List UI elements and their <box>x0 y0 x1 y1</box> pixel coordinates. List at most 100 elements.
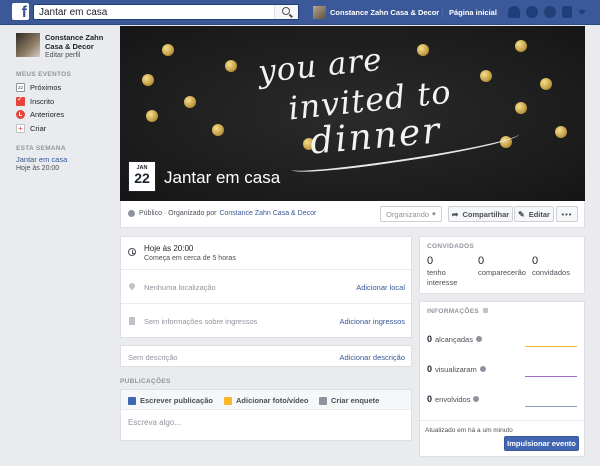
gold-dot <box>225 60 237 72</box>
stat-row-engaged: 0 envolvidos <box>427 394 480 404</box>
tickets-text: Sem informações sobre ingressos <box>144 317 258 326</box>
gold-dot <box>184 96 196 108</box>
profile-link[interactable]: Constance Zahn Casa & Decor <box>313 5 439 20</box>
pencil-icon: ✎ <box>518 209 525 219</box>
event-title: Jantar em casa <box>164 168 281 187</box>
post-composer: Escrever publicação Adicionar foto/vídeo… <box>120 389 412 441</box>
event-date-badge: JAN 22 <box>128 161 156 192</box>
gold-dot <box>417 44 429 56</box>
search-button[interactable] <box>274 5 298 19</box>
home-link[interactable]: Página inicial <box>449 8 497 17</box>
stat-label: alcançadas <box>435 334 473 344</box>
avatar <box>313 6 326 19</box>
sidebar-item-past[interactable]: Anteriores <box>16 108 116 122</box>
insights-heading: INFORMAÇÕES <box>427 308 489 315</box>
search-input[interactable] <box>34 5 274 19</box>
stat-label: envolvidos <box>435 394 471 404</box>
guest-stat-going[interactable]: 0 comparecerão <box>478 255 528 278</box>
guest-stat-interested[interactable]: 0 tenho interesse <box>427 255 473 288</box>
description-text: Sem descrição <box>128 353 178 362</box>
stat-row-viewed: 0 visualizaram <box>427 364 486 374</box>
gold-dot <box>555 126 567 138</box>
guest-count: 0 <box>478 255 485 267</box>
insights-card: INFORMAÇÕES 0 alcançadas 0 visualizaram … <box>419 301 585 457</box>
description-card: Sem descrição Adicionar descrição <box>120 345 412 367</box>
event-details-card: Hoje às 20:00 Começa em cerca de 5 horas… <box>120 236 412 338</box>
guest-stat-invited[interactable]: 0 convidados <box>532 255 582 278</box>
this-week-heading: ESTA SEMANA <box>16 145 66 152</box>
stat-count: 0 <box>427 334 433 344</box>
poll-icon <box>319 396 327 405</box>
messages-icon[interactable] <box>526 6 538 18</box>
sidebar-item-label: Inscrito <box>30 96 55 106</box>
stat-sparkline <box>525 346 577 347</box>
boost-event-button[interactable]: Impulsionar evento <box>504 436 579 451</box>
tab-label: Adicionar foto/vídeo <box>236 396 309 405</box>
add-location-link[interactable]: Adicionar local <box>356 283 405 292</box>
stat-sparkline <box>525 406 577 407</box>
info-icon[interactable] <box>475 336 482 342</box>
privacy-text: Público · Organizado por <box>139 210 217 217</box>
guest-label: convidados <box>532 268 570 277</box>
lock-icon <box>483 308 489 313</box>
clock-icon <box>128 248 136 256</box>
event-info-bar: Público · Organizado por Constance Zahn … <box>120 201 585 228</box>
stat-row-reached: 0 alcançadas <box>427 334 482 344</box>
guest-label: comparecerão <box>478 268 526 277</box>
gold-dot <box>515 102 527 114</box>
sidebar-item-create[interactable]: + Criar <box>16 122 116 136</box>
friends-icon[interactable] <box>508 6 520 18</box>
week-event-link[interactable]: Jantar em casa <box>16 155 116 164</box>
organizer-link[interactable]: Constance Zahn Casa & Decor <box>219 210 316 217</box>
post-input[interactable]: Escreva algo... <box>128 418 181 427</box>
search-box <box>33 4 299 20</box>
info-icon[interactable] <box>479 366 486 372</box>
edit-label: Editar <box>528 209 550 219</box>
plus-icon: + <box>16 123 25 133</box>
edit-button[interactable]: ✎ Editar <box>514 206 554 222</box>
sidebar-profile: Constance Zahn Casa & Decor Editar perfi… <box>16 33 116 60</box>
week-event-time: Hoje às 20:00 <box>16 165 60 172</box>
profile-name[interactable]: Constance Zahn Casa & Decor <box>45 33 116 51</box>
organizing-button[interactable]: Organizando ◆ <box>380 206 442 222</box>
sidebar-item-label: Próximos <box>30 83 62 93</box>
gold-dot <box>162 44 174 56</box>
share-button[interactable]: ➦ Compartilhar <box>448 206 513 222</box>
guests-heading: CONVIDADOS <box>427 243 475 250</box>
updated-timestamp: Atualizado em há a um minuto <box>425 427 513 434</box>
add-description-link[interactable]: Adicionar descrição <box>340 353 405 362</box>
location-pin-icon <box>127 281 137 291</box>
divider <box>442 8 443 18</box>
notifications-icon[interactable] <box>544 6 556 18</box>
tab-add-photo[interactable]: Adicionar foto/vídeo <box>224 396 309 405</box>
sidebar-item-subscribed[interactable]: Inscrito <box>16 95 116 109</box>
location-text: Nenhuma localização <box>144 283 216 292</box>
profile-picture[interactable] <box>16 33 40 57</box>
more-options-button[interactable]: ••• <box>556 206 578 222</box>
location-row: Nenhuma localização Adicionar local <box>121 270 411 304</box>
event-cover-photo[interactable]: you are invited to dinner JAN 22 Jantar … <box>120 26 585 201</box>
add-tickets-link[interactable]: Adicionar ingressos <box>340 317 405 326</box>
facebook-logo-icon[interactable]: f <box>12 3 29 20</box>
sidebar-item-upcoming[interactable]: 22 Próximos <box>16 81 116 95</box>
stat-count: 0 <box>427 394 433 404</box>
edit-profile-link[interactable]: Editar perfil <box>45 51 116 60</box>
time-row: Hoje às 20:00 Começa em cerca de 5 horas <box>121 237 411 270</box>
guest-label: tenho interesse <box>427 268 458 287</box>
gold-dot <box>540 78 552 90</box>
search-icon <box>282 7 290 15</box>
info-icon[interactable] <box>473 396 480 402</box>
account-menu-icon[interactable] <box>578 10 586 15</box>
tab-create-poll[interactable]: Criar enquete <box>319 396 379 405</box>
guest-count: 0 <box>427 255 434 267</box>
tickets-row: Sem informações sobre ingressos Adiciona… <box>121 304 411 337</box>
pencil-icon <box>128 396 136 405</box>
tab-write-post[interactable]: Escrever publicação <box>128 396 213 405</box>
privacy-icon[interactable] <box>562 6 572 18</box>
ticket-icon <box>129 317 135 325</box>
date-day: 22 <box>134 170 150 186</box>
calendar-icon: 22 <box>16 83 25 93</box>
tab-label: Criar enquete <box>331 396 380 405</box>
share-icon: ➦ <box>451 209 459 219</box>
chevron-down-icon: ◆ <box>432 211 436 217</box>
